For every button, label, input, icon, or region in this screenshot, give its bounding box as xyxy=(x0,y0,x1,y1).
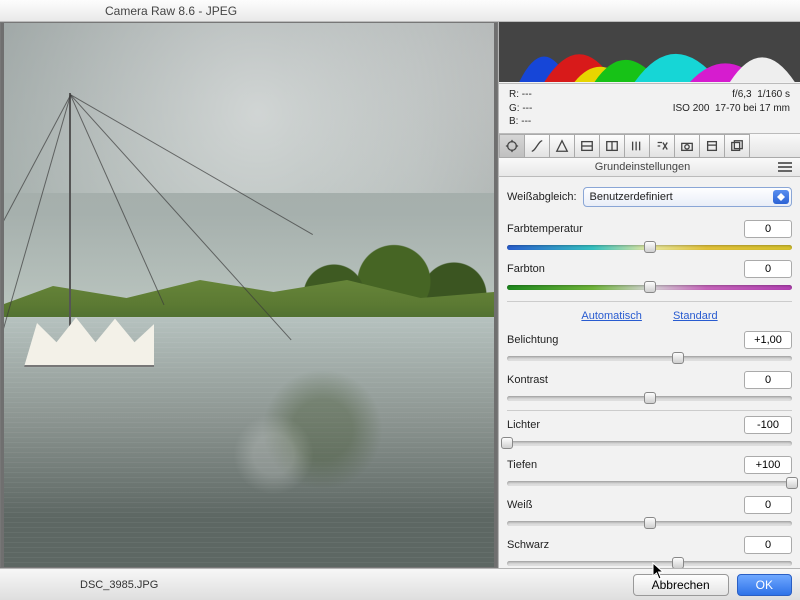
exposure-label: Belichtung xyxy=(507,334,744,346)
window-title: Camera Raw 8.6 - JPEG xyxy=(105,4,237,18)
blacks-slider[interactable] xyxy=(507,557,792,568)
adjustments-panel: R: --- G: --- B: --- f/6,3 1/160 s ISO 2… xyxy=(498,22,800,568)
footer: DSC_3985.JPG Abbrechen OK xyxy=(0,568,800,600)
window-titlebar: Camera Raw 8.6 - JPEG xyxy=(0,0,800,22)
contrast-input[interactable] xyxy=(744,371,792,389)
exposure-slider[interactable] xyxy=(507,352,792,364)
tint-input[interactable] xyxy=(744,260,792,278)
auto-link[interactable]: Automatisch xyxy=(581,310,642,322)
tab-presets-icon[interactable] xyxy=(699,134,725,158)
panel-title: Grundeinstellungen xyxy=(507,161,778,173)
tab-camera-icon[interactable] xyxy=(674,134,700,158)
tab-fx-icon[interactable] xyxy=(649,134,675,158)
panel-menu-icon[interactable] xyxy=(778,162,792,172)
whites-label: Weiß xyxy=(507,499,744,511)
blacks-label: Schwarz xyxy=(507,539,744,551)
tab-detail-icon[interactable] xyxy=(549,134,575,158)
tint-slider[interactable] xyxy=(507,281,792,293)
tab-basic-icon[interactable] xyxy=(499,134,525,158)
image-preview[interactable] xyxy=(0,22,498,568)
shadows-input[interactable] xyxy=(744,456,792,474)
filename-label: DSC_3985.JPG xyxy=(80,579,633,591)
wb-label: Weißabgleich: xyxy=(507,191,577,203)
contrast-label: Kontrast xyxy=(507,374,744,386)
tab-hsl-icon[interactable] xyxy=(574,134,600,158)
chevron-updown-icon xyxy=(773,190,789,204)
wb-select[interactable]: Benutzerdefiniert xyxy=(583,187,793,207)
shadows-label: Tiefen xyxy=(507,459,744,471)
tab-lens-icon[interactable] xyxy=(624,134,650,158)
exposure-input[interactable] xyxy=(744,331,792,349)
preview-canvas xyxy=(4,23,494,567)
cancel-button[interactable]: Abbrechen xyxy=(633,574,729,596)
shadows-slider[interactable] xyxy=(507,477,792,489)
temperature-label: Farbtemperatur xyxy=(507,223,744,235)
photo-readout: R: --- G: --- B: --- f/6,3 1/160 s ISO 2… xyxy=(499,83,800,134)
whites-slider[interactable] xyxy=(507,517,792,529)
panel-tab-strip xyxy=(499,134,800,158)
blacks-input[interactable] xyxy=(744,536,792,554)
tab-curve-icon[interactable] xyxy=(524,134,550,158)
whites-input[interactable] xyxy=(744,496,792,514)
tab-snapshots-icon[interactable] xyxy=(724,134,750,158)
default-link[interactable]: Standard xyxy=(673,310,718,322)
highlights-input[interactable] xyxy=(744,416,792,434)
contrast-slider[interactable] xyxy=(507,392,792,404)
highlights-slider[interactable] xyxy=(507,437,792,449)
histogram[interactable] xyxy=(499,22,800,82)
ok-button[interactable]: OK xyxy=(737,574,792,596)
temperature-slider[interactable] xyxy=(507,241,792,253)
tint-label: Farbton xyxy=(507,263,744,275)
temperature-input[interactable] xyxy=(744,220,792,238)
highlights-label: Lichter xyxy=(507,419,744,431)
tab-split-icon[interactable] xyxy=(599,134,625,158)
